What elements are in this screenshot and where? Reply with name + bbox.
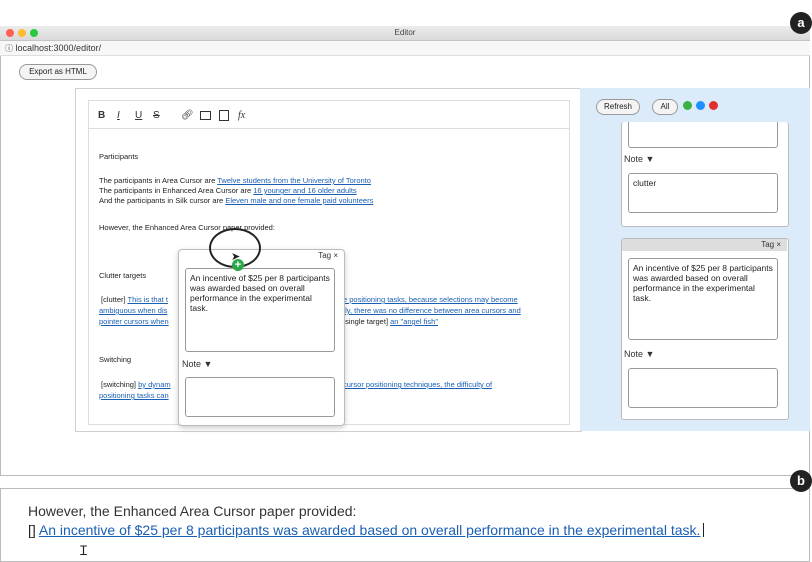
popup-highlight-textarea[interactable]: An incentive of $25 per 8 participants w… — [185, 268, 335, 352]
switch-line-1: [switching] by dynam — [101, 380, 171, 390]
doc-line-2: The participants in Enhanced Area Cursor… — [99, 186, 357, 196]
line1-prefix: The participants in Area Cursor are — [99, 176, 218, 185]
line3-link[interactable]: Eleven male and one female paid voluntee… — [225, 196, 373, 205]
single-target-tag: [single target] — [343, 317, 389, 326]
heading-participants: Participants — [99, 152, 139, 161]
card1-highlight-textarea[interactable] — [628, 122, 778, 148]
card1-note-textarea[interactable]: clutter — [628, 173, 778, 213]
info-icon[interactable]: ⓘ — [5, 44, 13, 53]
clutter-link-e[interactable]: pointer cursors when — [99, 317, 169, 326]
blue-filter-icon[interactable] — [696, 101, 705, 110]
add-tag-icon[interactable]: + — [232, 259, 244, 271]
clutter-tag: [clutter] — [101, 295, 126, 304]
all-filter-button[interactable]: All — [652, 99, 678, 115]
panel-b-prefix: [] — [28, 522, 36, 538]
switch-line-2: positioning tasks can — [99, 391, 169, 401]
switch-link-b[interactable]: cursor positioning techniques, the diffi… — [343, 380, 492, 389]
switch-line-1b: cursor positioning techniques, the diffi… — [343, 380, 492, 390]
bold-button[interactable]: B — [98, 110, 105, 121]
doc-line-3: And the participants in Silk cursor are … — [99, 196, 373, 206]
switch-link-a[interactable]: by dynam — [138, 380, 171, 389]
card2-highlight-textarea[interactable]: An incentive of $25 per 8 participants w… — [628, 258, 778, 340]
card1-note-dropdown[interactable]: Note ▼ — [624, 154, 654, 164]
line2-prefix: The participants in Enhanced Area Cursor… — [99, 186, 254, 195]
switch-link-c[interactable]: positioning tasks can — [99, 391, 169, 400]
doc-line-1: The participants in Area Cursor are Twel… — [99, 176, 371, 186]
format-toolbar — [88, 100, 570, 129]
clutter-link-d[interactable]: tly, there was no difference between are… — [343, 306, 521, 315]
window-titlebar: Editor — [0, 26, 810, 41]
ibeam-cursor-icon: Ｉ — [77, 543, 91, 558]
panel-b-link[interactable]: An incentive of $25 per 8 participants w… — [39, 522, 701, 538]
line2-link[interactable]: 16 younger and 16 older adults — [253, 186, 356, 195]
red-filter-icon[interactable] — [709, 101, 718, 110]
panel-label-b: b — [790, 470, 812, 492]
popup-note-dropdown[interactable]: Note ▼ — [182, 359, 212, 369]
card2-note-textarea[interactable] — [628, 368, 778, 408]
switch-tag: [switching] — [101, 380, 137, 389]
single-target-link[interactable]: an "angel fish" — [390, 317, 438, 326]
export-html-button[interactable]: Export as HTML — [19, 64, 97, 80]
heading-switching: Switching — [99, 355, 132, 364]
clutter-line-2: ambiguous when dis — [99, 306, 167, 316]
tag-popup[interactable]: Tag × An incentive of $25 per 8 particip… — [178, 249, 345, 426]
strike-button[interactable]: S — [153, 110, 160, 121]
clutter-link-a[interactable]: This is that t — [128, 295, 168, 304]
window-title: Editor — [394, 28, 416, 37]
clutter-line-1: [clutter] This is that t — [101, 295, 168, 305]
card2-note-dropdown[interactable]: Note ▼ — [624, 349, 654, 359]
clutter-link-b[interactable]: e positioning tasks, because selections … — [343, 295, 518, 304]
panel-label-a: a — [790, 12, 812, 34]
green-filter-icon[interactable] — [683, 101, 692, 110]
address-bar[interactable]: ⓘ localhost:3000/editor/ — [0, 41, 810, 56]
clutter-line-3: pointer cursors when — [99, 317, 169, 327]
link-icon[interactable]: 🔗︎ — [181, 110, 194, 121]
line3-prefix: And the participants in Silk cursor are — [99, 196, 226, 205]
line1-link[interactable]: Twelve students from the University of T… — [217, 176, 371, 185]
italic-button[interactable]: I — [117, 110, 120, 121]
underline-button[interactable]: U — [135, 110, 142, 121]
panel-b-line-2[interactable]: [] An incentive of $25 per 8 participant… — [28, 522, 705, 538]
popup-note-textarea[interactable] — [185, 377, 335, 417]
video-icon[interactable] — [219, 110, 229, 121]
image-icon[interactable] — [200, 111, 211, 120]
heading-clutter-targets: Clutter targets — [99, 271, 147, 280]
panel-b-line-1: However, the Enhanced Area Cursor paper … — [28, 503, 357, 519]
popup-tag-close[interactable]: Tag × — [179, 250, 344, 262]
clutter-line-3b: [single target] an "angel fish" — [343, 317, 438, 327]
text-caret — [703, 523, 705, 537]
formula-button[interactable]: fx — [238, 110, 245, 121]
card2-tag-close[interactable]: Tag × — [622, 239, 787, 251]
clutter-link-c[interactable]: ambiguous when dis — [99, 306, 167, 315]
refresh-button[interactable]: Refresh — [596, 99, 640, 115]
url-text: localhost:3000/editor/ — [15, 43, 102, 53]
clutter-line-1b: e positioning tasks, because selections … — [343, 295, 518, 305]
clutter-line-2b: tly, there was no difference between are… — [343, 306, 521, 316]
